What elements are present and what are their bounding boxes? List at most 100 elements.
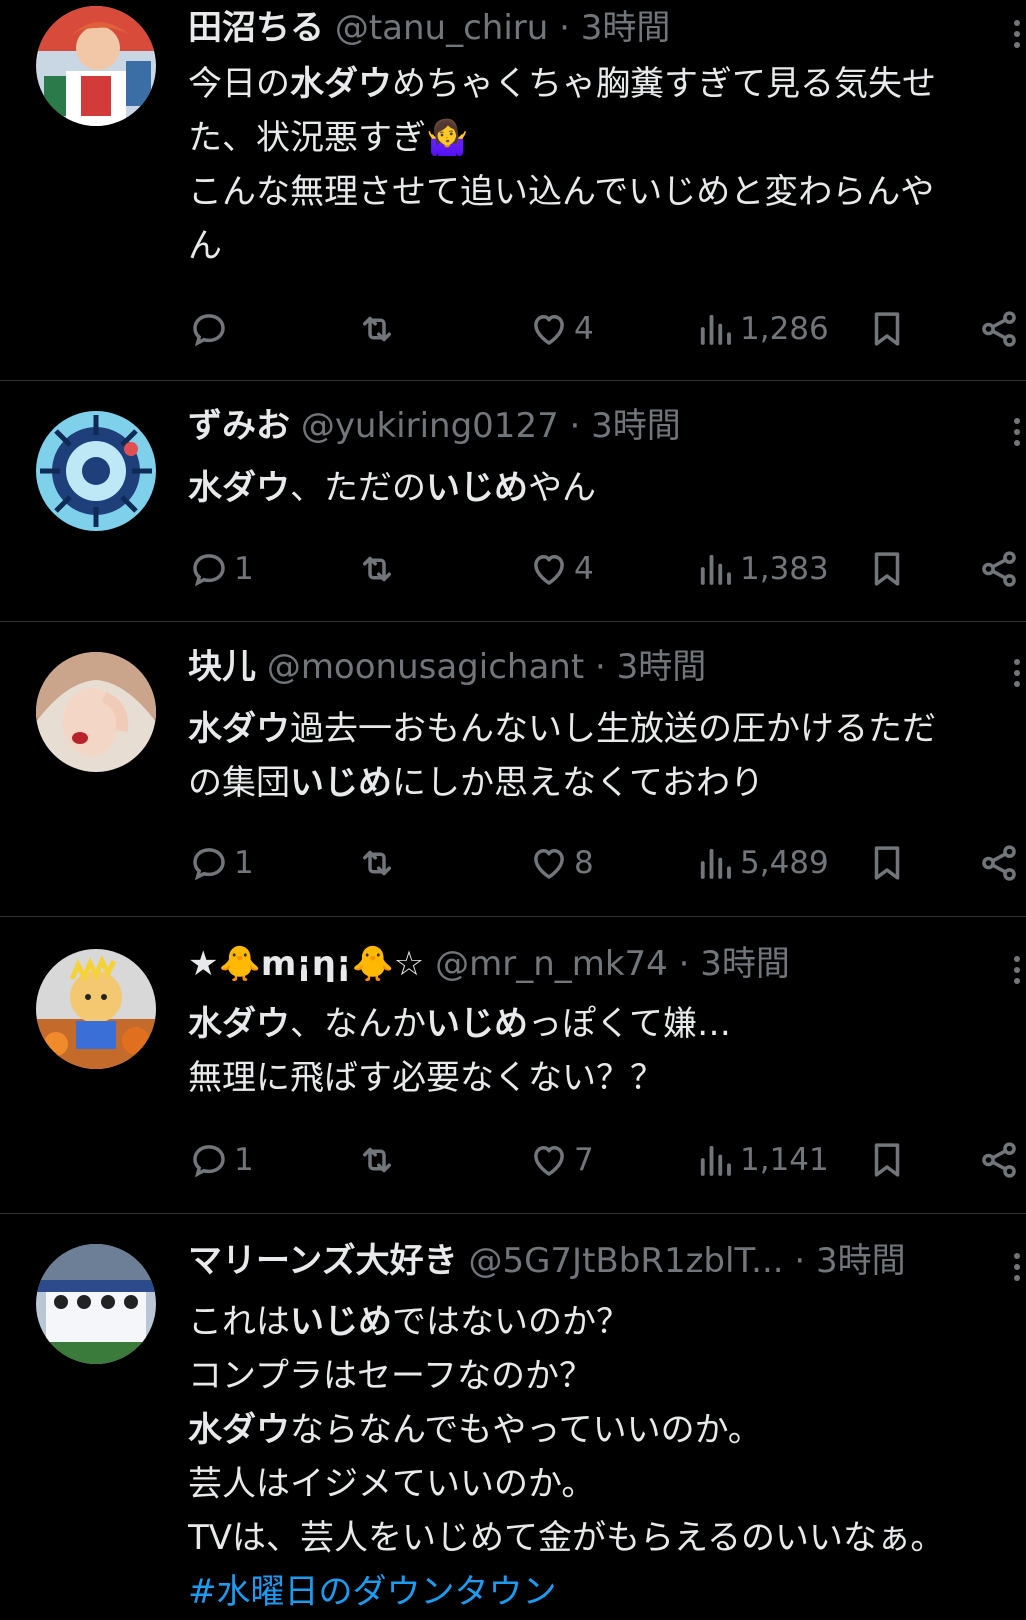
handle[interactable]: @mr_n_mk74 bbox=[435, 944, 668, 984]
views-icon bbox=[700, 848, 731, 879]
share-icon bbox=[982, 1142, 1016, 1178]
avatar-image bbox=[36, 949, 156, 1069]
handle[interactable]: @moonusagichant bbox=[267, 647, 584, 687]
handle[interactable]: @5G7JtBbR1zblT... bbox=[468, 1241, 783, 1281]
tweet-text: 水ダウ過去一おもんないし生放送の圧かけるただ の集団いじめにしか思えなくておわり bbox=[188, 702, 1024, 810]
tweet-text-segment: 無理に飛ばす必要なくない？？ bbox=[188, 1058, 664, 1098]
display-name[interactable]: ずみお bbox=[188, 406, 290, 446]
like-button[interactable]: 4 bbox=[528, 304, 594, 354]
action-bar: 1 7 1,141 bbox=[0, 1135, 1026, 1185]
bookmark-icon bbox=[874, 312, 900, 346]
more-options-icon[interactable] bbox=[1010, 956, 1026, 989]
reply-icon bbox=[193, 554, 225, 587]
tweet-text-segment: っぽくて嫌… bbox=[528, 1004, 731, 1044]
retweet-button[interactable] bbox=[356, 304, 402, 354]
display-name[interactable]: 块儿 bbox=[188, 647, 256, 687]
handle[interactable]: @tanu_chiru bbox=[335, 8, 548, 48]
tweet-text-segment: 水ダウ bbox=[188, 1004, 290, 1044]
timestamp[interactable]: · 3時間 bbox=[679, 944, 790, 984]
share-button[interactable] bbox=[978, 544, 1020, 594]
like-button[interactable]: 4 bbox=[528, 544, 594, 594]
reply-button[interactable]: 1 bbox=[188, 838, 254, 888]
bookmark-button[interactable] bbox=[866, 304, 908, 354]
more-options-icon[interactable] bbox=[1010, 1253, 1026, 1286]
timestamp[interactable]: · 3時間 bbox=[570, 406, 681, 446]
views-button[interactable]: 5,489 bbox=[694, 838, 829, 888]
like-count: 8 bbox=[574, 845, 594, 881]
more-options-icon[interactable] bbox=[1010, 418, 1026, 451]
reply-button[interactable] bbox=[188, 304, 234, 354]
tweet-text-line: 芸人はイジメていいのか。 bbox=[188, 1457, 1024, 1511]
tweet-header: ★🐥m¡η¡🐥☆ @mr_n_mk74 · 3時間 bbox=[188, 941, 790, 987]
tweet-text-line: の集団いじめにしか思えなくておわり bbox=[188, 756, 1024, 810]
like-button[interactable]: 8 bbox=[528, 838, 594, 888]
display-name[interactable]: マリーンズ大好き bbox=[188, 1241, 458, 1281]
action-bar: 1 8 5,489 bbox=[0, 838, 1026, 888]
view-count: 1,286 bbox=[740, 311, 829, 347]
timestamp[interactable]: · 3時間 bbox=[794, 1241, 905, 1281]
display-name[interactable]: ★🐥m¡η¡🐥☆ bbox=[188, 944, 424, 984]
reply-icon bbox=[193, 848, 225, 881]
tweet-text-segment: 、なんか bbox=[290, 1004, 426, 1044]
more-options-icon[interactable] bbox=[1010, 659, 1026, 692]
tweet-text-line: これはいじめではないのか？ bbox=[188, 1295, 1024, 1349]
reply-count: 1 bbox=[234, 845, 254, 881]
hashtag-link[interactable]: #水曜日のダウンタウン bbox=[188, 1565, 1024, 1619]
action-bar: 1 4 1,383 bbox=[0, 544, 1026, 594]
views-button[interactable]: 1,286 bbox=[694, 304, 829, 354]
tweet-text-line: 水ダウならなんでもやっていいのか。 bbox=[188, 1403, 1024, 1457]
tweet[interactable]: 田沼ちる @tanu_chiru · 3時間 今日の水ダウめちゃくちゃ胸糞すぎて… bbox=[0, 0, 1026, 380]
tweet-text-segment: いじめ bbox=[426, 468, 528, 508]
bookmark-icon bbox=[874, 846, 900, 880]
avatar[interactable] bbox=[36, 949, 156, 1069]
timestamp[interactable]: · 3時間 bbox=[559, 8, 670, 48]
tweet[interactable]: マリーンズ大好き @5G7JtBbR1zblT... · 3時間 これはいじめで… bbox=[0, 1214, 1026, 1620]
tweet[interactable]: ★🐥m¡η¡🐥☆ @mr_n_mk74 · 3時間 水ダウ、なんかいじめっぽくて… bbox=[0, 917, 1026, 1213]
views-button[interactable]: 1,141 bbox=[694, 1135, 829, 1185]
avatar[interactable] bbox=[36, 652, 156, 772]
tweet-text-segment: めちゃくちゃ胸糞すぎて見る気失せ bbox=[392, 64, 936, 104]
bookmark-button[interactable] bbox=[866, 838, 908, 888]
reply-button[interactable]: 1 bbox=[188, 1135, 254, 1185]
more-options-icon[interactable] bbox=[1010, 20, 1026, 53]
reply-icon bbox=[193, 1145, 225, 1178]
tweet-text-segment: た、状況悪すぎ🤷‍♀️ bbox=[188, 118, 469, 158]
tweet-text-line: 今日の水ダウめちゃくちゃ胸糞すぎて見る気失せ bbox=[188, 57, 1024, 111]
views-button[interactable]: 1,383 bbox=[694, 544, 829, 594]
share-icon bbox=[982, 311, 1016, 347]
tweet-text-segment: 水ダウ bbox=[290, 64, 392, 104]
retweet-button[interactable] bbox=[356, 1135, 402, 1185]
handle[interactable]: @yukiring0127 bbox=[301, 406, 559, 446]
avatar-image bbox=[36, 1244, 156, 1364]
reply-button[interactable]: 1 bbox=[188, 544, 254, 594]
tweet-text-segment: これは bbox=[188, 1302, 290, 1342]
reply-count: 1 bbox=[234, 1142, 254, 1178]
tweet-text-line: TVは、芸人をいじめて金がもらえるのいいなぁ。 bbox=[188, 1511, 1024, 1565]
tweet[interactable]: ずみお @yukiring0127 · 3時間 水ダウ、ただのいじめやん 1 4… bbox=[0, 381, 1026, 621]
heart-icon bbox=[534, 849, 564, 879]
views-icon bbox=[700, 314, 731, 345]
heart-icon bbox=[534, 315, 564, 345]
bookmark-button[interactable] bbox=[866, 544, 908, 594]
like-button[interactable]: 7 bbox=[528, 1135, 594, 1185]
tweet-text-segment: 、ただの bbox=[290, 468, 426, 508]
bookmark-button[interactable] bbox=[866, 1135, 908, 1185]
avatar[interactable] bbox=[36, 411, 156, 531]
display-name[interactable]: 田沼ちる bbox=[188, 8, 324, 48]
like-count: 4 bbox=[574, 311, 594, 347]
timestamp[interactable]: · 3時間 bbox=[595, 647, 706, 687]
share-button[interactable] bbox=[978, 838, 1020, 888]
retweet-button[interactable] bbox=[356, 544, 402, 594]
retweet-button[interactable] bbox=[356, 838, 402, 888]
tweet-text-segment: 水ダウ bbox=[188, 709, 290, 749]
share-button[interactable] bbox=[978, 304, 1020, 354]
tweet-text-segment: ではないのか？ bbox=[392, 1302, 630, 1342]
tweet-text-segment: 今日の bbox=[188, 64, 290, 104]
tweet-text-segment: TVは、芸人をいじめて金がもらえるのいいなぁ。 bbox=[188, 1518, 945, 1558]
avatar[interactable] bbox=[36, 1244, 156, 1364]
share-button[interactable] bbox=[978, 1135, 1020, 1185]
tweet[interactable]: 块儿 @moonusagichant · 3時間 水ダウ過去一おもんないし生放送… bbox=[0, 622, 1026, 916]
tweet-text-segment: 水ダウ bbox=[188, 1410, 290, 1450]
avatar-image bbox=[36, 652, 156, 772]
avatar[interactable] bbox=[36, 6, 156, 126]
